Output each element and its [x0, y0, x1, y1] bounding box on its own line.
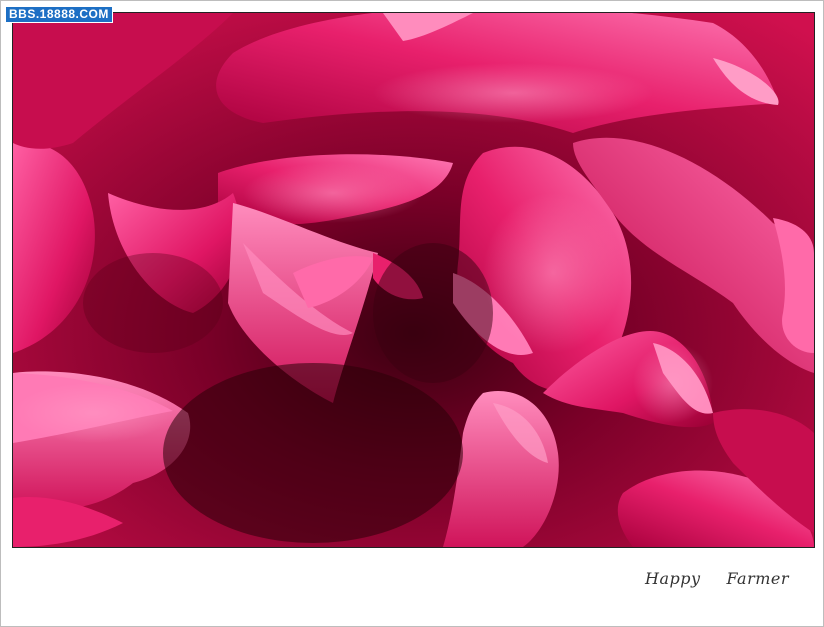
flower-photo [12, 12, 815, 548]
signature: Happy Farmer [645, 569, 789, 588]
photo-frame: BBS.18888.COM Happy Farmer [0, 0, 824, 627]
signature-word-happy: Happy [645, 569, 701, 588]
watermark-logo: BBS.18888.COM [5, 6, 113, 23]
signature-word-farmer: Farmer [726, 569, 790, 588]
peony-petals-image [13, 13, 814, 547]
